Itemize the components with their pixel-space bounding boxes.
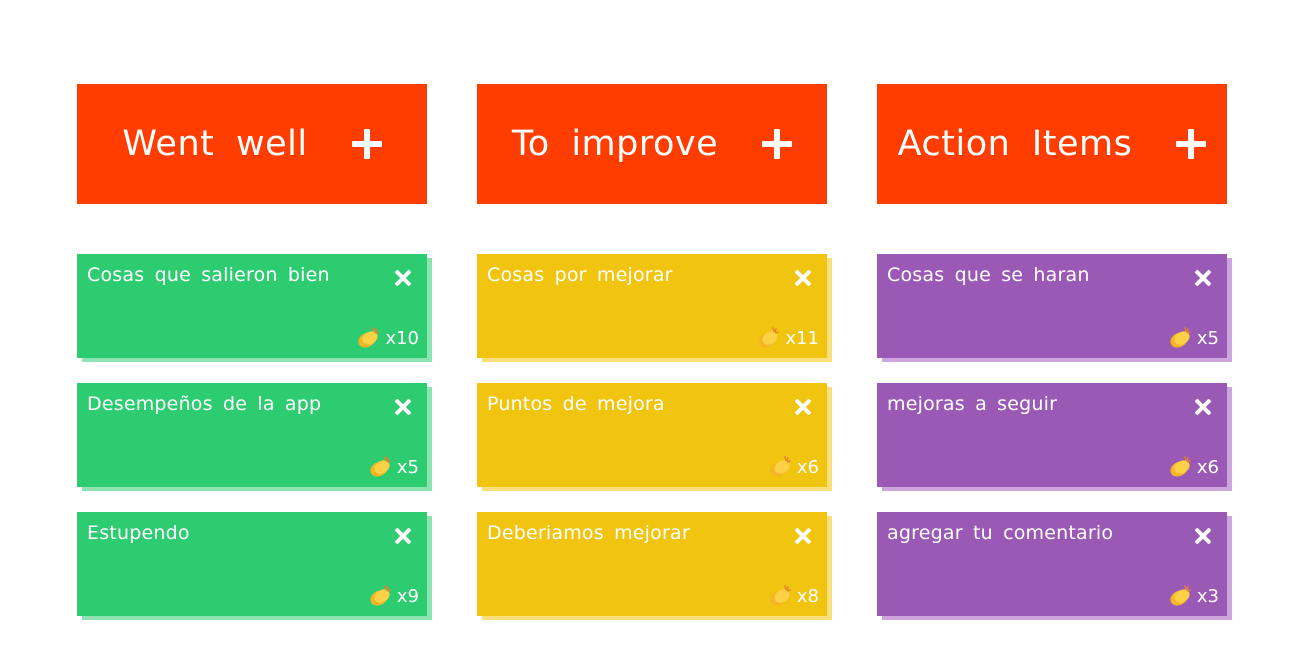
clap-count: x8 [796, 585, 819, 607]
retro-board: Went well Cosas que salieron bien x10 De… [0, 0, 1300, 669]
clapping-hands-icon [758, 327, 780, 348]
card-text: Desempeños de la app [87, 393, 322, 415]
retro-card[interactable]: Puntos de mejora x6 [477, 383, 827, 487]
retro-card[interactable]: Cosas que salieron bien x10 [77, 254, 427, 358]
close-icon[interactable] [395, 528, 411, 544]
column-title: To improve [511, 124, 719, 164]
clap-count: x11 [785, 327, 819, 349]
clap-count: x9 [396, 585, 419, 607]
clap-button[interactable]: x3 [1167, 584, 1219, 608]
retro-card[interactable]: Estupendo x9 [77, 512, 427, 616]
close-icon[interactable] [395, 270, 411, 286]
card-text: Cosas que se haran [887, 264, 1090, 286]
close-icon[interactable] [795, 528, 811, 544]
clapping-hands-icon [1170, 585, 1191, 606]
clap-count: x3 [1196, 585, 1219, 607]
retro-card[interactable]: Cosas por mejorar x11 [477, 254, 827, 358]
column-went-well: Went well Cosas que salieron bien x10 De… [77, 84, 427, 641]
retro-card[interactable]: Cosas que se haran x5 [877, 254, 1227, 358]
column-header: Went well [77, 84, 427, 204]
clap-button[interactable]: x9 [367, 584, 419, 608]
clap-button[interactable]: x11 [755, 326, 819, 350]
clap-count: x6 [1196, 456, 1219, 478]
column-action-items: Action Items Cosas que se haran x5 mejor… [877, 84, 1227, 641]
retro-card[interactable]: Desempeños de la app x5 [77, 383, 427, 487]
column-title: Went well [122, 124, 308, 164]
clap-button[interactable]: x8 [767, 584, 819, 608]
clap-count: x5 [1196, 327, 1219, 349]
card-text: Cosas por mejorar [487, 264, 673, 286]
close-icon[interactable] [1195, 270, 1211, 286]
card-text: Cosas que salieron bien [87, 264, 330, 286]
retro-card[interactable]: Deberiamos mejorar x8 [477, 512, 827, 616]
close-icon[interactable] [795, 399, 811, 415]
clapping-hands-icon [358, 327, 380, 348]
clapping-hands-icon [770, 585, 791, 606]
add-card-button[interactable] [762, 129, 793, 159]
retro-card[interactable]: mejoras a seguir x6 [877, 383, 1227, 487]
close-icon[interactable] [1195, 528, 1211, 544]
card-text: Estupendo [87, 522, 190, 544]
close-icon[interactable] [795, 270, 811, 286]
card-list: Cosas por mejorar x11 Puntos de mejora x… [477, 254, 827, 616]
card-list: Cosas que salieron bien x10 Desempeños d… [77, 254, 427, 616]
card-text: Puntos de mejora [487, 393, 665, 415]
add-card-button[interactable] [1176, 129, 1207, 159]
column-title: Action Items [897, 124, 1133, 164]
card-text: agregar tu comentario [887, 522, 1114, 544]
clap-button[interactable]: x10 [355, 326, 419, 350]
retro-card[interactable]: agregar tu comentario x3 [877, 512, 1227, 616]
column-header: Action Items [877, 84, 1227, 204]
clapping-hands-icon [370, 456, 391, 477]
column-to-improve: To improve Cosas por mejorar x11 Puntos … [477, 84, 827, 641]
clap-count: x10 [385, 327, 419, 349]
clapping-hands-icon [1170, 456, 1191, 477]
clapping-hands-icon [770, 456, 791, 477]
clapping-hands-icon [1170, 327, 1191, 348]
card-text: Deberiamos mejorar [487, 522, 690, 544]
close-icon[interactable] [395, 399, 411, 415]
card-list: Cosas que se haran x5 mejoras a seguir x… [877, 254, 1227, 616]
add-card-button[interactable] [351, 129, 382, 159]
clap-button[interactable]: x5 [367, 455, 419, 479]
clap-button[interactable]: x6 [1167, 455, 1219, 479]
close-icon[interactable] [1195, 399, 1211, 415]
clap-count: x6 [796, 456, 819, 478]
clap-count: x5 [396, 456, 419, 478]
clap-button[interactable]: x5 [1167, 326, 1219, 350]
column-header: To improve [477, 84, 827, 204]
clapping-hands-icon [370, 585, 391, 606]
clap-button[interactable]: x6 [767, 455, 819, 479]
card-text: mejoras a seguir [887, 393, 1058, 415]
